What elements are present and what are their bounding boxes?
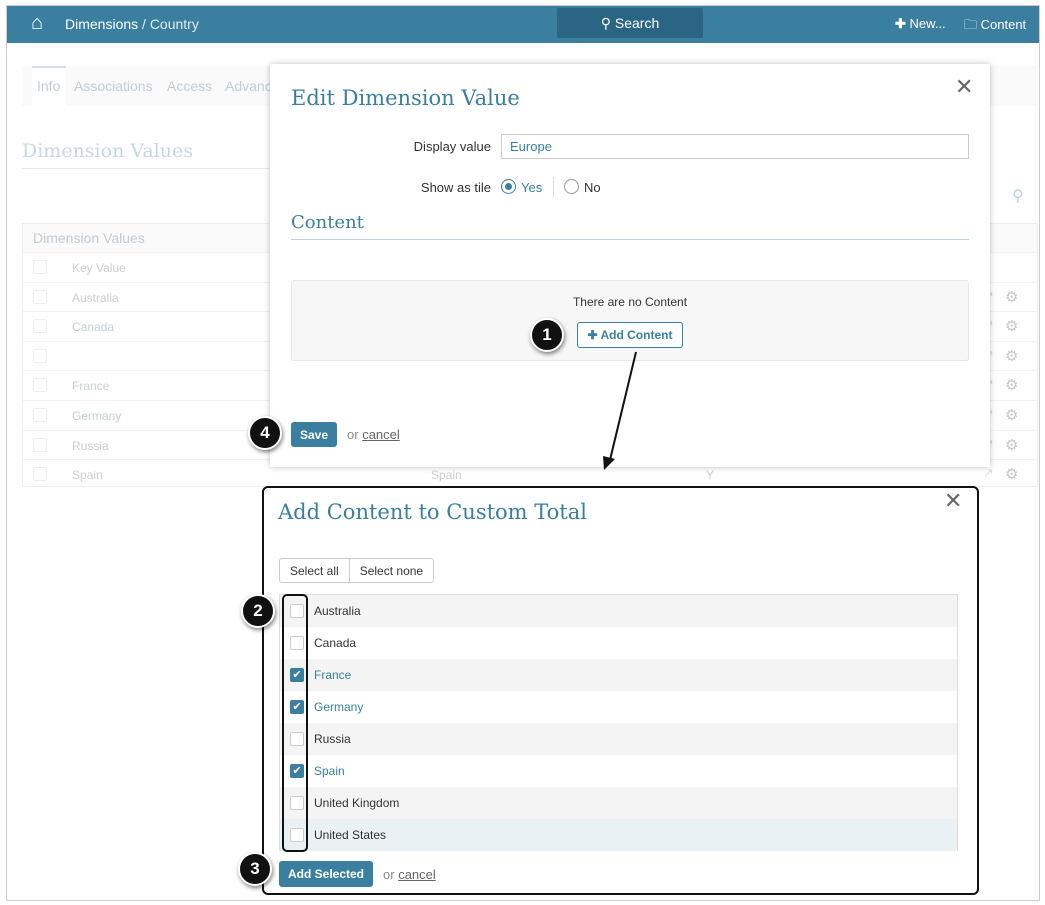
list-item[interactable]: ✔ France: [280, 659, 957, 691]
list-item[interactable]: Australia: [280, 595, 957, 627]
item-label: United Kingdom: [314, 796, 400, 810]
list-item[interactable]: Canada: [280, 627, 957, 659]
modal-title: Add Content to Custom Total: [278, 500, 587, 524]
list-item[interactable]: United States: [280, 819, 957, 851]
annotation-badge-2: 2: [241, 594, 275, 628]
annotation-badge-1: 1: [530, 318, 564, 352]
close-icon[interactable]: ✕: [944, 488, 962, 514]
item-label: United States: [314, 828, 387, 842]
list-item[interactable]: ✔ Germany: [280, 691, 957, 723]
select-all-button[interactable]: Select all: [280, 559, 349, 582]
item-label: Germany: [314, 700, 364, 714]
list-item[interactable]: Russia: [280, 723, 957, 755]
add-selected-button[interactable]: Add Selected: [279, 861, 373, 887]
selection-button-group: Select all Select none: [279, 558, 435, 583]
annotation-badge-3: 3: [238, 852, 272, 886]
or-label: or: [383, 867, 395, 882]
list-item[interactable]: ✔ Spain: [280, 755, 957, 787]
item-label: Canada: [314, 636, 357, 650]
annotation-badge-4: 4: [248, 416, 282, 450]
item-label: Australia: [314, 604, 361, 618]
select-none-button[interactable]: Select none: [348, 559, 433, 582]
list-item[interactable]: United Kingdom: [280, 787, 957, 819]
content-list: Australia Canada ✔ France ✔ Germany Russia…: [279, 594, 958, 851]
annotation-bracket: [282, 594, 308, 852]
or-text: or cancel: [383, 867, 436, 882]
item-label: France: [314, 668, 352, 682]
add-content-modal: Add Content to Custom Total ✕ Select all…: [262, 486, 979, 895]
item-label: Spain: [314, 764, 345, 778]
cancel-link[interactable]: cancel: [398, 867, 436, 882]
item-label: Russia: [314, 732, 351, 746]
